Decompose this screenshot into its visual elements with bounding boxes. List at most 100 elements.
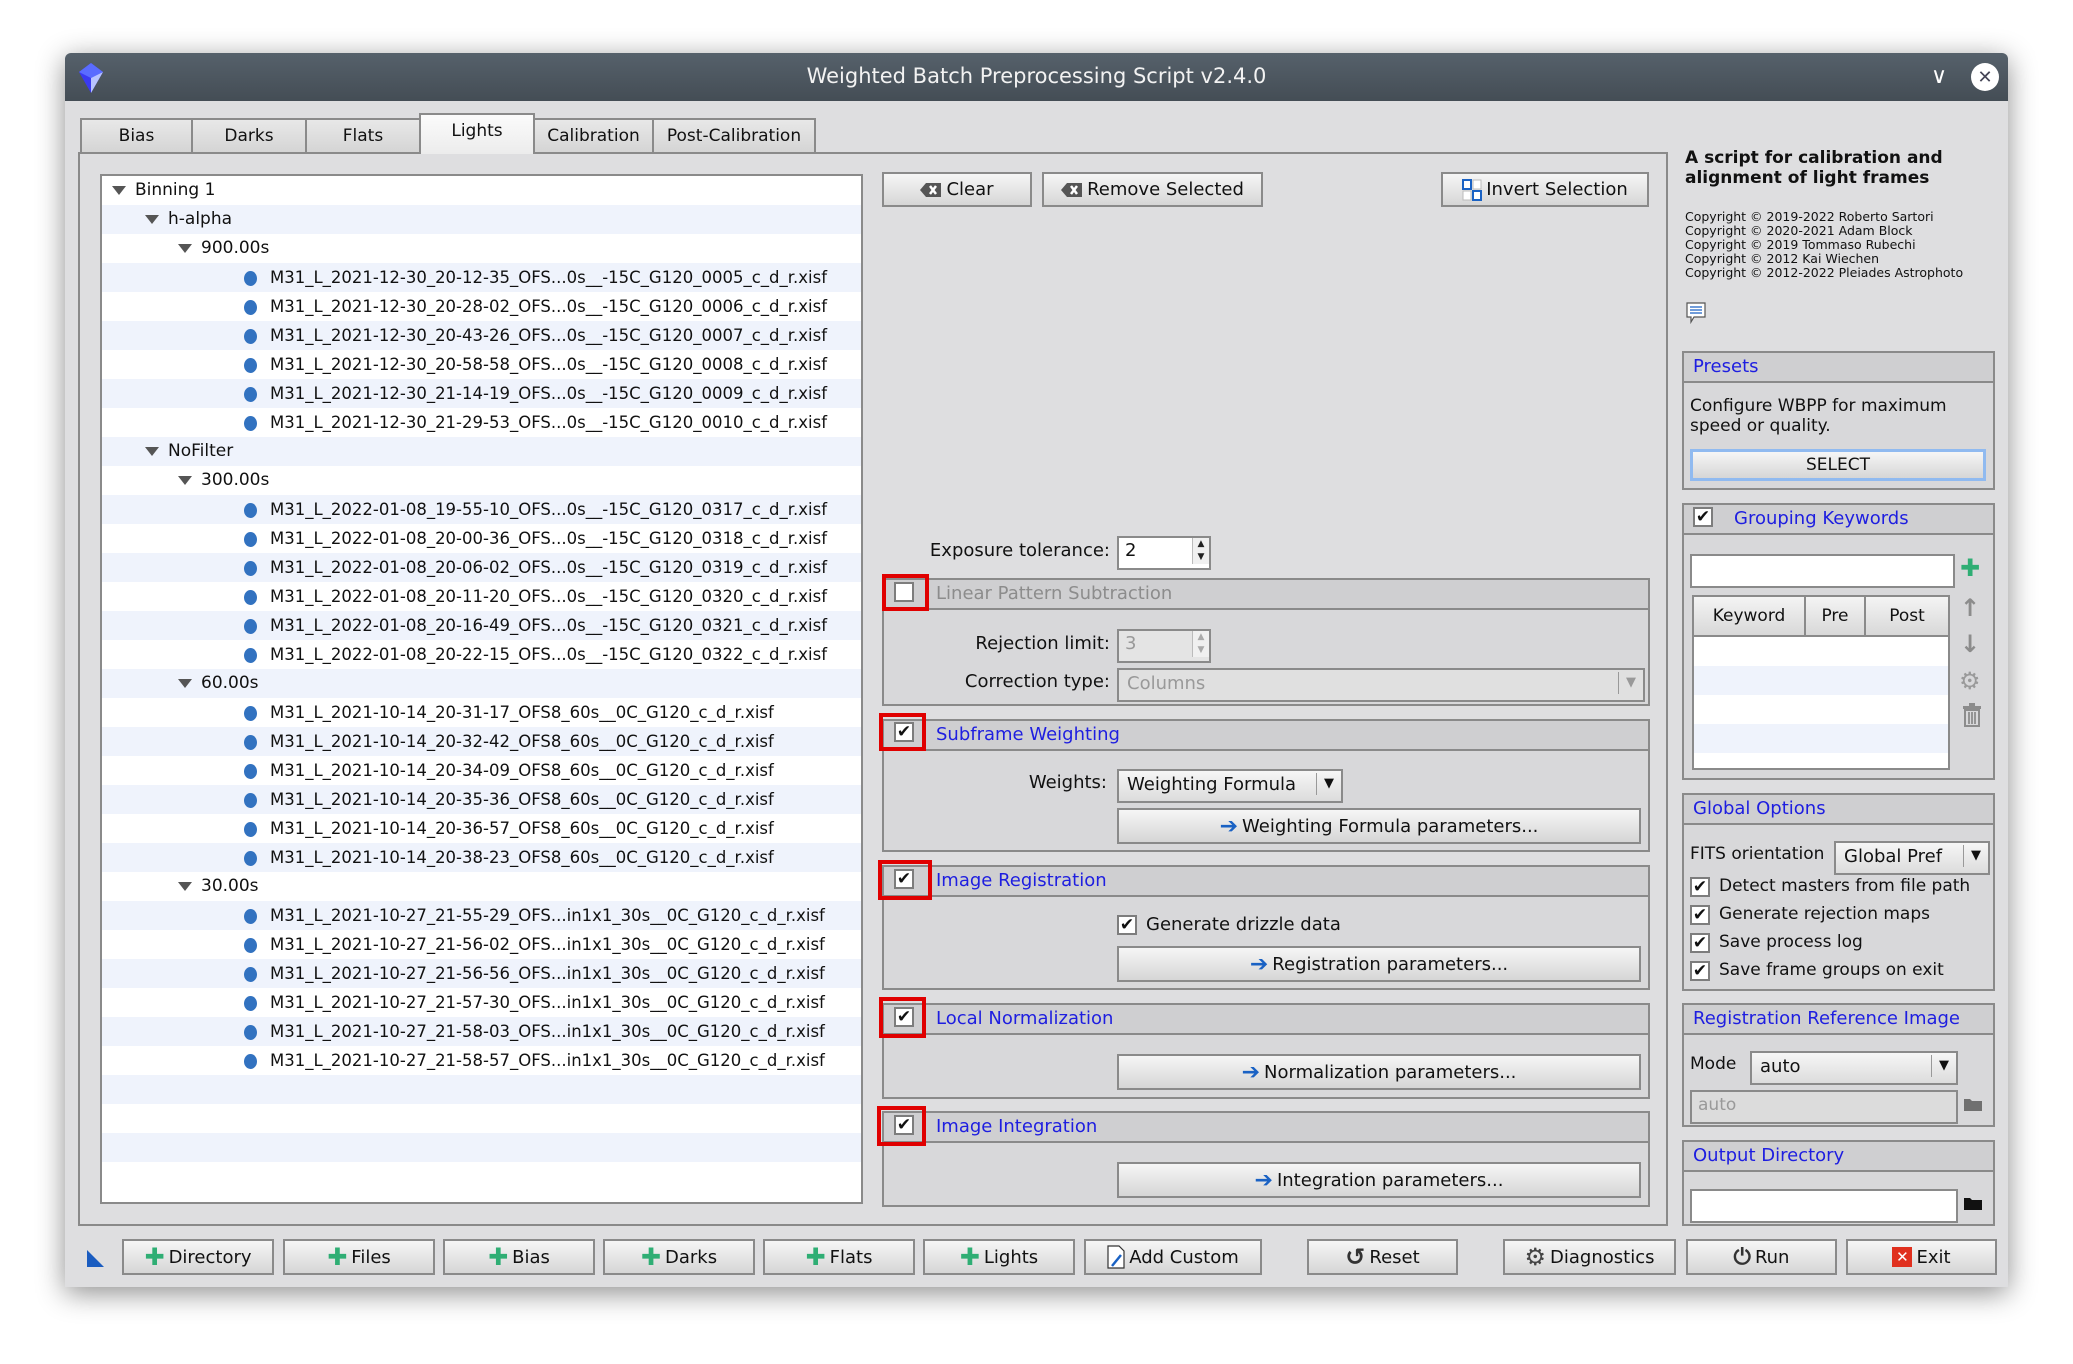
add-button-label: Flats xyxy=(829,1246,873,1268)
trash-icon[interactable] xyxy=(1962,703,1982,727)
tree-file-item[interactable]: M31_L_2021-10-27_21-55-29_OFS...in1x1_30… xyxy=(102,901,861,930)
rejection-maps-checkbox[interactable]: ✔ xyxy=(1690,905,1710,925)
invert-selection-button[interactable]: Invert Selection xyxy=(1441,172,1649,207)
remove-selected-button[interactable]: Remove Selected xyxy=(1042,172,1263,207)
folder-icon[interactable] xyxy=(1964,1097,1982,1111)
tree-group-label: Binning 1 xyxy=(135,180,216,200)
add-directory-button[interactable]: ✚ Directory xyxy=(122,1239,274,1275)
add-flats-button[interactable]: ✚ Flats xyxy=(763,1239,915,1275)
tree-file-item[interactable]: M31_L_2021-10-14_20-34-09_OFS8_60s__0C_G… xyxy=(102,756,861,785)
move-down-icon[interactable]: ↓ xyxy=(1960,630,1980,658)
mode-select[interactable]: auto ▼ xyxy=(1750,1051,1958,1085)
tree-file-item[interactable]: M31_L_2022-01-08_19-55-10_OFS...0s__-15C… xyxy=(102,495,861,524)
tree-group-item[interactable]: Binning 1 xyxy=(102,176,861,205)
grouping-keywords-checkbox[interactable]: ✔ xyxy=(1693,507,1713,527)
normalization-parameters-button[interactable]: ➔ Normalization parameters... xyxy=(1117,1054,1641,1090)
drizzle-checkbox[interactable]: ✔ xyxy=(1117,915,1137,935)
weights-select[interactable]: Weighting Formula ▼ xyxy=(1117,769,1343,803)
copyright-line: Copyright © 2019-2022 Roberto Sartori xyxy=(1685,209,1934,224)
expand-triangle-icon[interactable] xyxy=(178,882,192,891)
tree-file-item[interactable]: M31_L_2021-10-14_20-32-42_OFS8_60s__0C_G… xyxy=(102,727,861,756)
clear-button[interactable]: Clear xyxy=(882,172,1032,207)
tree-file-item[interactable]: M31_L_2021-12-30_20-28-02_OFS...0s__-15C… xyxy=(102,292,861,321)
tree-file-item[interactable]: M31_L_2021-10-14_20-35-36_OFS8_60s__0C_G… xyxy=(102,785,861,814)
expand-triangle-icon[interactable] xyxy=(178,476,192,485)
spin-arrows-icon[interactable]: ▲ ▼ xyxy=(1192,631,1209,657)
add-custom-button[interactable]: Add Custom xyxy=(1084,1239,1262,1275)
tree-file-item[interactable]: M31_L_2021-12-30_20-12-35_OFS...0s__-15C… xyxy=(102,263,861,292)
tree-file-item[interactable]: M31_L_2021-12-30_21-14-19_OFS...0s__-15C… xyxy=(102,379,861,408)
tree-file-item[interactable]: M31_L_2021-10-27_21-58-57_OFS...in1x1_30… xyxy=(102,1046,861,1075)
add-keyword-icon[interactable]: ✚ xyxy=(1960,556,1980,580)
exit-button[interactable]: ✕ Exit xyxy=(1846,1239,1997,1275)
resize-corner-icon[interactable] xyxy=(87,1250,104,1267)
reference-image-path[interactable]: auto xyxy=(1690,1090,1958,1124)
tree-file-item[interactable]: M31_L_2021-10-27_21-58-03_OFS...in1x1_30… xyxy=(102,1017,861,1046)
tab-darks[interactable]: Darks xyxy=(191,118,307,153)
expand-triangle-icon[interactable] xyxy=(145,447,159,456)
rejection-limit-spinbox[interactable]: 3 ▲ ▼ xyxy=(1117,629,1211,663)
keyword-input[interactable] xyxy=(1690,554,1955,588)
spin-arrows-icon[interactable]: ▲ ▼ xyxy=(1192,538,1209,564)
tree-file-item[interactable]: M31_L_2021-10-27_21-56-02_OFS...in1x1_30… xyxy=(102,930,861,959)
column-header-post[interactable]: Post xyxy=(1866,597,1948,637)
close-button[interactable]: ✕ xyxy=(1971,63,1999,91)
tree-file-item[interactable]: M31_L_2021-10-14_20-38-23_OFS8_60s__0C_G… xyxy=(102,843,861,872)
save-process-log-checkbox[interactable]: ✔ xyxy=(1690,933,1710,953)
tree-file-item[interactable]: M31_L_2022-01-08_20-22-15_OFS...0s__-15C… xyxy=(102,640,861,669)
move-up-icon[interactable]: ↑ xyxy=(1960,594,1980,622)
tab-flats[interactable]: Flats xyxy=(305,118,421,153)
tree-file-item[interactable]: M31_L_2021-10-14_20-36-57_OFS8_60s__0C_G… xyxy=(102,814,861,843)
output-directory-input[interactable] xyxy=(1690,1189,1958,1223)
tree-file-item[interactable]: M31_L_2021-12-30_21-29-53_OFS...0s__-15C… xyxy=(102,408,861,437)
run-button[interactable]: ⏻ Run xyxy=(1686,1239,1837,1275)
tree-file-item[interactable]: M31_L_2021-10-27_21-56-56_OFS...in1x1_30… xyxy=(102,959,861,988)
folder-icon[interactable] xyxy=(1964,1196,1982,1210)
expand-triangle-icon[interactable] xyxy=(178,244,192,253)
save-frame-groups-checkbox[interactable]: ✔ xyxy=(1690,961,1710,981)
tree-file-item[interactable]: M31_L_2022-01-08_20-11-20_OFS...0s__-15C… xyxy=(102,582,861,611)
tree-group-item[interactable]: NoFilter xyxy=(102,437,861,466)
column-header-pre[interactable]: Pre xyxy=(1806,597,1866,637)
tree-file-item[interactable]: M31_L_2022-01-08_20-16-49_OFS...0s__-15C… xyxy=(102,611,861,640)
tree-group-item[interactable]: 30.00s xyxy=(102,872,861,901)
title-bar[interactable]: Weighted Batch Preprocessing Script v2.4… xyxy=(65,53,2008,101)
minimize-button[interactable]: ∨ xyxy=(1925,63,1953,91)
add-darks-button[interactable]: ✚ Darks xyxy=(603,1239,755,1275)
tab-lights[interactable]: Lights xyxy=(419,113,535,154)
presets-select-button[interactable]: SELECT xyxy=(1690,449,1986,481)
integration-parameters-button[interactable]: ➔ Integration parameters... xyxy=(1117,1162,1641,1198)
column-header-keyword[interactable]: Keyword xyxy=(1694,597,1806,637)
keywords-table[interactable]: Keyword Pre Post xyxy=(1692,595,1950,770)
tree-file-item[interactable]: M31_L_2021-10-14_20-31-17_OFS8_60s__0C_G… xyxy=(102,698,861,727)
add-files-button[interactable]: ✚ Files xyxy=(283,1239,435,1275)
expand-triangle-icon[interactable] xyxy=(178,679,192,688)
diagnostics-button[interactable]: ⚙ Diagnostics xyxy=(1503,1239,1676,1275)
fits-orientation-select[interactable]: Global Pref ▼ xyxy=(1834,841,1990,875)
add-bias-button[interactable]: ✚ Bias xyxy=(443,1239,595,1275)
expand-triangle-icon[interactable] xyxy=(145,215,159,224)
tree-file-item[interactable]: M31_L_2021-12-30_20-58-58_OFS...0s__-15C… xyxy=(102,350,861,379)
tab-calibration[interactable]: Calibration xyxy=(533,118,654,153)
expand-triangle-icon[interactable] xyxy=(112,186,126,195)
registration-parameters-button[interactable]: ➔ Registration parameters... xyxy=(1117,946,1641,982)
tree-file-item[interactable]: M31_L_2021-12-30_20-43-26_OFS...0s__-15C… xyxy=(102,321,861,350)
tree-group-item[interactable]: h-alpha xyxy=(102,205,861,234)
tree-file-item[interactable]: M31_L_2021-10-27_21-57-30_OFS...in1x1_30… xyxy=(102,988,861,1017)
detect-masters-checkbox[interactable]: ✔ xyxy=(1690,877,1710,897)
tree-group-item[interactable]: 900.00s xyxy=(102,234,861,263)
file-tree[interactable]: Binning 1 h-alpha 900.00s M31_L_2021-12-30_… xyxy=(100,174,863,1204)
gear-icon[interactable]: ⚙ xyxy=(1959,667,1981,695)
reset-button[interactable]: ↺ Reset xyxy=(1307,1239,1458,1275)
tree-group-item[interactable]: 300.00s xyxy=(102,466,861,495)
weighting-formula-parameters-button[interactable]: ➔ Weighting Formula parameters... xyxy=(1117,808,1641,844)
tab-bias[interactable]: Bias xyxy=(80,118,193,153)
comment-icon[interactable] xyxy=(1686,302,1706,324)
tree-file-item[interactable]: M31_L_2022-01-08_20-06-02_OFS...0s__-15C… xyxy=(102,553,861,582)
correction-type-select[interactable]: Columns ▼ xyxy=(1117,668,1645,702)
tree-file-item[interactable]: M31_L_2022-01-08_20-00-36_OFS...0s__-15C… xyxy=(102,524,861,553)
exposure-tolerance-spinbox[interactable]: 2 ▲ ▼ xyxy=(1117,536,1211,570)
tree-group-item[interactable]: 60.00s xyxy=(102,669,861,698)
add-lights-button[interactable]: ✚ Lights xyxy=(923,1239,1075,1275)
tab-post-calibration[interactable]: Post-Calibration xyxy=(652,118,816,153)
